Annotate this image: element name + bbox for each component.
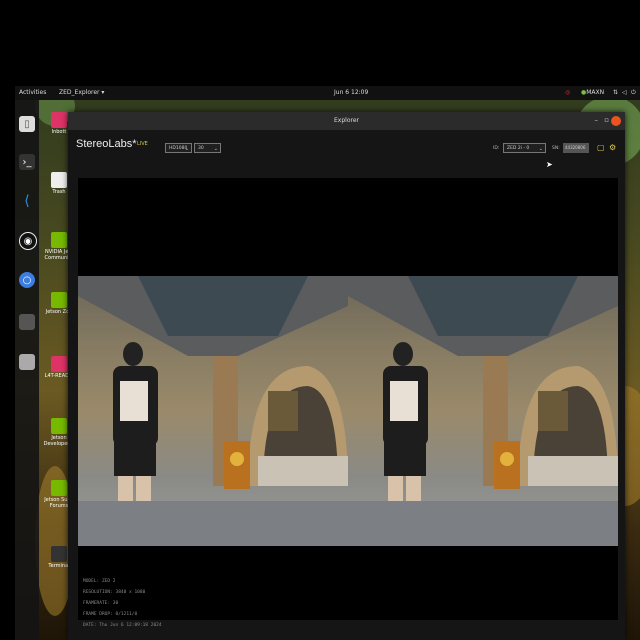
app-icon[interactable] (19, 314, 35, 330)
stereo-video (78, 276, 618, 546)
resolution-select[interactable]: HD1080 ⌄ (165, 143, 192, 153)
terminal-icon[interactable]: ›_ (19, 154, 35, 170)
nvidia-icon (51, 232, 67, 248)
info-frame-drop: FRAME DROP: 0/1211/0 (83, 612, 138, 617)
minimize-button[interactable]: – (595, 116, 599, 124)
folder-icon (51, 112, 67, 128)
clock[interactable]: Jun 6 12:09 (334, 89, 368, 96)
trash-icon (51, 172, 67, 188)
desktop-icon-label: Inbott (51, 129, 67, 135)
nvidia-icon (51, 292, 67, 308)
camera-select-value: ZED 2i - 0 (507, 146, 530, 151)
chevron-down-icon: ⌄ (213, 146, 218, 152)
video-viewport: MODEL: ZED 2 RESOLUTION: 3840 x 1080 FRA… (78, 178, 618, 628)
camera-info-panel: MODEL: ZED 2 RESOLUTION: 3840 x 1080 FRA… (83, 576, 162, 631)
left-camera-frame (78, 276, 348, 546)
left-scene-image (78, 276, 348, 546)
right-camera-frame (348, 276, 618, 546)
drive-icon[interactable] (19, 354, 35, 370)
sn-label: SN: (552, 146, 560, 151)
mouse-cursor: ➤ (546, 160, 553, 169)
window-titlebar[interactable]: Explorer – ▫ (68, 112, 625, 130)
right-scene-image (348, 276, 618, 546)
power-icon[interactable]: ⏻ (631, 89, 636, 97)
serial-number-field: 44320806 (563, 143, 589, 153)
close-button[interactable] (611, 116, 621, 126)
maximize-button[interactable]: ▫ (604, 116, 609, 124)
volume-icon[interactable]: ◁ (622, 89, 627, 96)
files-icon[interactable]: ▯ (19, 116, 35, 132)
brand-logo: StereoLabs* (76, 138, 137, 150)
window-title: Explorer (334, 117, 359, 124)
power-mode-label: MAXN (586, 89, 605, 96)
vscode-icon[interactable]: ⟨ (19, 193, 35, 209)
folder-icon (51, 356, 67, 372)
record-icon[interactable]: ▢ (597, 143, 606, 152)
info-framerate: FRAMERATE: 30 (83, 601, 119, 606)
info-model: MODEL: ZED 2 (83, 579, 116, 584)
info-resolution: RESOLUTION: 3840 x 1080 (83, 590, 146, 595)
id-label: ID: (493, 146, 500, 151)
nvidia-icon (51, 418, 67, 434)
explorer-window: Explorer – ▫ StereoLabs* LIVE HD1080 ⌄ 3… (68, 112, 625, 640)
terminal-icon (51, 546, 67, 562)
activities-button[interactable]: Activities (19, 89, 46, 96)
nvidia-icon (51, 480, 67, 496)
live-label: LIVE (137, 141, 148, 147)
chromium-icon[interactable]: ○ (19, 272, 35, 288)
app-menu[interactable]: ZED_Explorer ▾ (59, 89, 104, 96)
dock: ▯ ›_ ⟨ ◉ ○ (15, 100, 39, 640)
chevron-down-icon: ⌄ (538, 146, 543, 152)
info-date: DATE: Thu Jun 6 12:09:18 2024 (83, 623, 162, 628)
system-top-bar: Activities ZED_Explorer ▾ Jun 6 12:09 ◎ … (15, 86, 640, 100)
fps-select-value: 30 (198, 146, 204, 151)
power-mode-indicator[interactable]: ●MAXN (581, 89, 604, 96)
chevron-down-icon: ⌄ (184, 146, 189, 152)
desktop-icon-label: Trash (52, 189, 66, 195)
obs-icon[interactable]: ◉ (19, 232, 37, 250)
network-icon[interactable]: ⇅ (613, 89, 618, 96)
nvidia-status-icon[interactable]: ◎ (565, 89, 570, 96)
desktop-icon-label: Terminal (48, 563, 70, 569)
fps-select[interactable]: 30 ⌄ (194, 143, 221, 153)
gear-icon[interactable]: ⚙ (609, 143, 618, 152)
screen: Activities ZED_Explorer ▾ Jun 6 12:09 ◎ … (0, 0, 640, 640)
camera-select[interactable]: ZED 2i - 0 ⌄ (503, 143, 546, 153)
